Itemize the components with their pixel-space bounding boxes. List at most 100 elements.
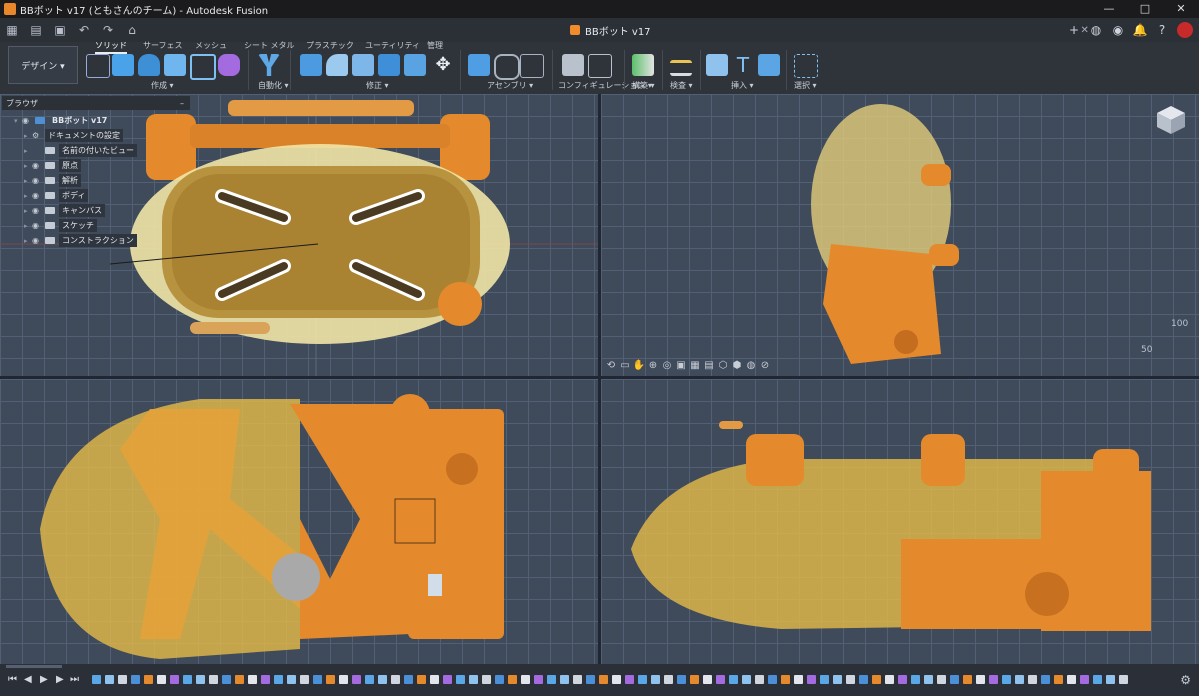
timeline-feature-icon[interactable] [950, 675, 959, 684]
expand-icon[interactable]: ▸ [24, 237, 32, 245]
file-icon[interactable]: ▤ [29, 23, 43, 37]
rigid-group-icon[interactable] [520, 54, 544, 78]
step-forward-icon[interactable]: ▶ [56, 674, 64, 685]
timeline-feature-icon[interactable] [92, 675, 101, 684]
timeline-feature-icon[interactable] [456, 675, 465, 684]
timeline-feature-icon[interactable] [521, 675, 530, 684]
timeline-scrollbar[interactable] [6, 665, 62, 668]
timeline-feature-icon[interactable] [599, 675, 608, 684]
document-tab[interactable]: BBボット v17 ✕ [570, 20, 1089, 40]
timeline-feature-icon[interactable] [768, 675, 777, 684]
timeline-feature-icon[interactable] [209, 675, 218, 684]
eye-icon[interactable]: ◉ [22, 116, 32, 125]
timeline-feature-icon[interactable] [560, 675, 569, 684]
home-icon[interactable]: ⌂ [125, 23, 139, 37]
help-icon[interactable]: ? [1151, 23, 1173, 37]
expand-icon[interactable]: ▸ [24, 132, 32, 140]
view-cube-icon[interactable] [1155, 104, 1187, 136]
timeline-feature-icon[interactable] [235, 675, 244, 684]
eye-icon[interactable]: ◉ [32, 191, 42, 200]
timeline-feature-icon[interactable] [274, 675, 283, 684]
timeline-feature-icon[interactable] [547, 675, 556, 684]
expand-icon[interactable]: ▸ [24, 207, 32, 215]
create-group-label[interactable]: 作成 ▾ [151, 80, 174, 91]
hole-icon[interactable] [164, 54, 186, 76]
tab-plastic[interactable]: プラスチック [306, 40, 354, 51]
timeline-feature-icon[interactable] [586, 675, 595, 684]
visual-style-icon[interactable]: ⬡ [716, 360, 730, 371]
timeline-feature-icon[interactable] [898, 675, 907, 684]
browser-item-analysis[interactable]: ▸ ◉ 解析 [24, 174, 81, 187]
timeline-feature-icon[interactable] [846, 675, 855, 684]
grid-menu-icon[interactable]: ▦ [5, 23, 19, 37]
expand-icon[interactable]: ▾ [14, 117, 22, 125]
undo-icon[interactable]: ↶ [77, 23, 91, 37]
combine-icon[interactable] [404, 54, 426, 76]
automate-group-label[interactable]: 自動化 ▾ [258, 80, 289, 91]
tab-manage[interactable]: 管理 [427, 40, 443, 51]
timeline-feature-icon[interactable] [508, 675, 517, 684]
timeline-feature-icon[interactable] [833, 675, 842, 684]
insert-image-icon[interactable] [758, 54, 780, 76]
browser-item-bodies[interactable]: ▸ ◉ ボディ [24, 189, 89, 202]
look-at-icon[interactable]: ▭ [618, 360, 632, 371]
eye-icon[interactable]: ◉ [32, 236, 42, 245]
timeline-feature-icon[interactable] [391, 675, 400, 684]
browser-item-canvases[interactable]: ▸ ◉ キャンバス [24, 204, 105, 217]
construct-group-label[interactable]: 構築 ▾ [632, 80, 655, 91]
step-back-icon[interactable]: ◀ [24, 674, 32, 685]
browser-item-named-views[interactable]: ▸ 名前の付いたビュー [24, 144, 137, 157]
timeline-feature-icon[interactable] [105, 675, 114, 684]
timeline-feature-icon[interactable] [352, 675, 361, 684]
timeline-feature-icon[interactable] [755, 675, 764, 684]
timeline-feature-icon[interactable] [287, 675, 296, 684]
viewport-perspective[interactable]: 100 50 [601, 94, 1199, 376]
extensions-icon[interactable]: ◍ [1085, 23, 1107, 37]
viewport-right[interactable] [601, 379, 1199, 664]
timeline-feature-icon[interactable] [131, 675, 140, 684]
expand-icon[interactable]: ▸ [24, 192, 32, 200]
timeline-feature-icon[interactable] [1015, 675, 1024, 684]
timeline-feature-icon[interactable] [742, 675, 751, 684]
timeline-feature-icon[interactable] [859, 675, 868, 684]
expand-icon[interactable]: ▸ [24, 162, 32, 170]
timeline-feature-icon[interactable] [1054, 675, 1063, 684]
timeline-feature-icon[interactable] [625, 675, 634, 684]
assemble-group-label[interactable]: アセンブリ ▾ [487, 80, 533, 91]
timeline-feature-icon[interactable] [937, 675, 946, 684]
timeline-feature-icon[interactable] [1093, 675, 1102, 684]
timeline-feature-icon[interactable] [196, 675, 205, 684]
construct-plane-icon[interactable] [632, 54, 654, 76]
timeline-feature-icon[interactable] [651, 675, 660, 684]
browser-item-document-settings[interactable]: ▸ ⚙ ドキュメントの設定 [24, 129, 123, 142]
extrude-icon[interactable] [112, 54, 134, 76]
fit-icon[interactable]: ◎ [660, 360, 674, 371]
timeline-feature-icon[interactable] [690, 675, 699, 684]
timeline-feature-icon[interactable] [963, 675, 972, 684]
eye-icon[interactable]: ◉ [32, 221, 42, 230]
create-sketch-icon[interactable] [86, 54, 110, 78]
joint-icon[interactable] [494, 54, 520, 80]
select-icon[interactable] [794, 54, 818, 78]
timeline-feature-icon[interactable] [157, 675, 166, 684]
eye-icon[interactable]: ◉ [32, 161, 42, 170]
timeline-feature-icon[interactable] [794, 675, 803, 684]
timeline-feature-icon[interactable] [430, 675, 439, 684]
grid-settings-icon[interactable]: ▦ [688, 360, 702, 371]
timeline-feature-icon[interactable] [339, 675, 348, 684]
timeline-feature-icon[interactable] [911, 675, 920, 684]
timeline-feature-icon[interactable] [729, 675, 738, 684]
eye-icon[interactable]: ◉ [32, 176, 42, 185]
form-icon[interactable] [218, 54, 240, 76]
environment-icon[interactable]: ⬢ [730, 360, 744, 371]
timeline-feature-icon[interactable] [781, 675, 790, 684]
timeline-feature-icon[interactable] [1028, 675, 1037, 684]
timeline-feature-icon[interactable] [1041, 675, 1050, 684]
effects-icon[interactable]: ◍ [744, 360, 758, 371]
timeline-feature-icon[interactable] [716, 675, 725, 684]
timeline-feature-icon[interactable] [300, 675, 309, 684]
tab-sheet-metal[interactable]: シート メタル [244, 40, 295, 51]
timeline-feature-icon[interactable] [989, 675, 998, 684]
timeline-feature-icon[interactable] [573, 675, 582, 684]
expand-icon[interactable]: ▸ [24, 147, 32, 155]
